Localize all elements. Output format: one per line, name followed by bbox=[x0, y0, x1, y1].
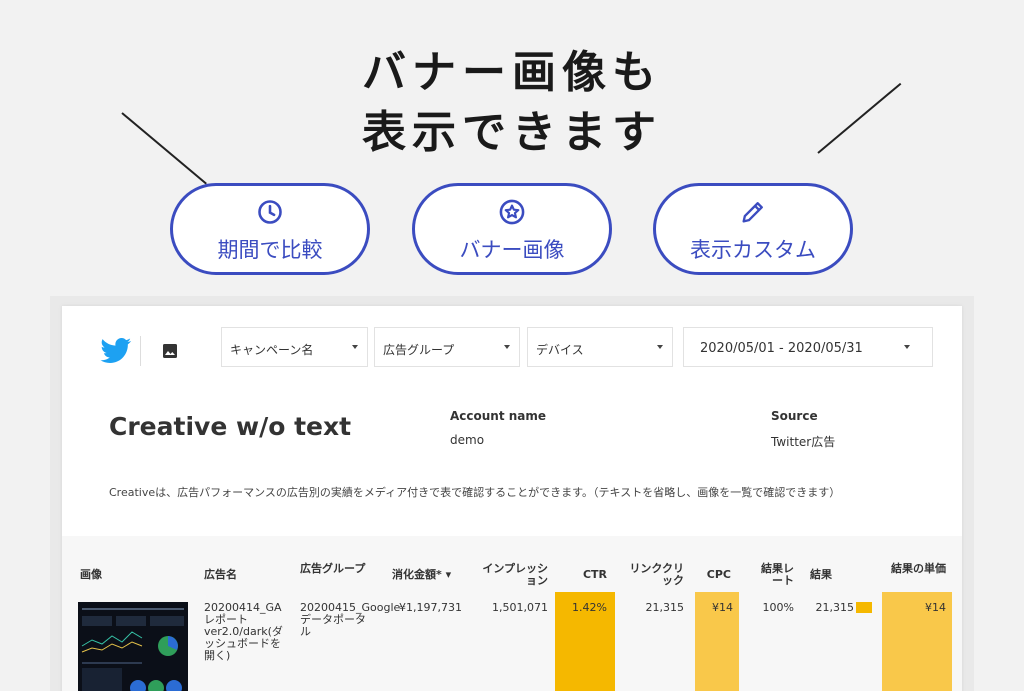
feature-label: バナー画像 bbox=[459, 238, 565, 262]
header-image[interactable]: 画像 bbox=[80, 569, 102, 581]
ad-group-filter-dropdown[interactable]: 広告グループ bbox=[374, 327, 520, 367]
header-spend[interactable]: 消化金額* ▾ bbox=[392, 569, 451, 581]
header-ctr[interactable]: CTR bbox=[555, 569, 607, 581]
headline-line-2: 表示できます bbox=[362, 107, 662, 158]
feature-label: 期間で比較 bbox=[217, 238, 323, 262]
cell-ad-group: 20200415_Googleデータポータル bbox=[300, 601, 401, 638]
date-range-picker[interactable]: 2020/05/01 - 2020/05/31 bbox=[683, 327, 933, 367]
cell-results: 21,315 bbox=[815, 601, 855, 614]
header-cost-per-result[interactable]: 結果の単価 bbox=[884, 563, 946, 575]
image-icon[interactable] bbox=[162, 343, 178, 359]
cell-impressions: 1,501,071 bbox=[492, 601, 548, 614]
cell-spend: ¥1,197,731 bbox=[399, 601, 462, 614]
header-impressions[interactable]: インプレッション bbox=[482, 563, 548, 587]
banner-image-thumbnail[interactable] bbox=[78, 602, 188, 691]
account-name-label: Account name bbox=[450, 409, 547, 423]
star-badge-icon bbox=[499, 199, 525, 225]
dropdown-label: キャンペーン名 bbox=[230, 343, 314, 357]
feature-display-custom: 表示カスタム bbox=[653, 183, 853, 275]
cell-result-rate: 100% bbox=[762, 601, 794, 614]
feature-label: 表示カスタム bbox=[690, 238, 816, 262]
feature-banner-image: バナー画像 bbox=[412, 183, 612, 275]
caret-down-icon bbox=[657, 345, 663, 349]
campaign-filter-dropdown[interactable]: キャンペーン名 bbox=[221, 327, 368, 367]
divider bbox=[140, 336, 141, 366]
report-card: キャンペーン名 広告グループ デバイス 2020/05/01 - 2020/05… bbox=[62, 306, 962, 691]
cell-cost-per-result: ¥14 bbox=[925, 601, 946, 614]
device-filter-dropdown[interactable]: デバイス bbox=[527, 327, 673, 367]
header-cpc[interactable]: CPC bbox=[695, 569, 731, 581]
twitter-bird-icon bbox=[100, 338, 132, 363]
report-title: Creative w/o text bbox=[109, 412, 352, 441]
header-ad-name[interactable]: 広告名 bbox=[204, 569, 237, 581]
pencil-icon bbox=[742, 202, 763, 223]
cell-cpc: ¥14 bbox=[712, 601, 733, 614]
date-range-label: 2020/05/01 - 2020/05/31 bbox=[700, 341, 863, 356]
cell-ad-name: 20200414_GAレポートver2.0/dark(ダッシュボードを開く) bbox=[204, 601, 283, 662]
account-name-value: demo bbox=[450, 433, 485, 447]
source-value: Twitter広告 bbox=[771, 435, 836, 449]
headline-line-1: バナー画像も bbox=[362, 47, 662, 98]
header-results[interactable]: 結果 bbox=[810, 569, 832, 581]
caret-down-icon bbox=[504, 345, 510, 349]
feature-period-compare: 期間で比較 bbox=[170, 183, 370, 275]
caret-down-icon bbox=[352, 345, 358, 349]
cell-link-clicks: 21,315 bbox=[645, 601, 685, 614]
cell-ctr: 1.42% bbox=[572, 601, 607, 614]
results-data-bar bbox=[856, 602, 872, 613]
header-result-rate[interactable]: 結果レート bbox=[752, 563, 794, 587]
header-link-clicks[interactable]: リンククリック bbox=[622, 563, 684, 587]
clock-icon bbox=[258, 200, 282, 224]
caret-down-icon bbox=[904, 345, 910, 349]
dropdown-label: 広告グループ bbox=[383, 343, 455, 357]
source-label: Source bbox=[771, 409, 818, 423]
header-ad-group[interactable]: 広告グループ bbox=[300, 563, 366, 575]
report-description: Creativeは、広告パフォーマンスの広告別の実績をメディア付きで表で確認する… bbox=[109, 486, 841, 499]
dropdown-label: デバイス bbox=[536, 343, 584, 357]
